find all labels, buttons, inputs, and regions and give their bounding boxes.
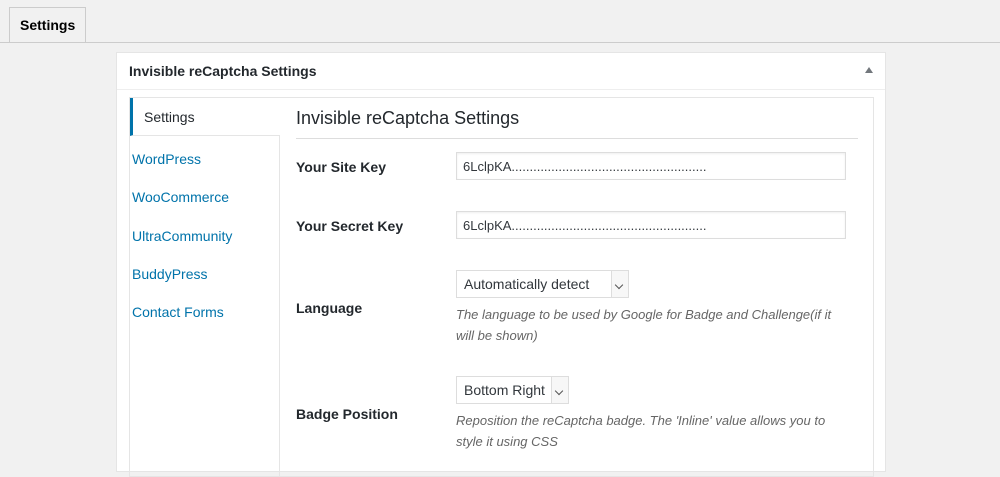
- section-title: Invisible reCaptcha Settings: [296, 108, 858, 139]
- chevron-down-icon: [551, 377, 568, 403]
- settings-panel: Settings WordPress WooCommerce UltraComm…: [129, 97, 874, 477]
- language-select-value: Automatically detect: [464, 276, 590, 292]
- settings-nav: Settings WordPress WooCommerce UltraComm…: [130, 98, 280, 476]
- nav-item-wordpress[interactable]: WordPress: [130, 140, 280, 178]
- tab-bar: Settings: [0, 0, 1000, 43]
- nav-item-contact-forms[interactable]: Contact Forms: [130, 293, 280, 331]
- language-description: The language to be used by Google for Ba…: [456, 307, 832, 343]
- badge-position-select[interactable]: Bottom Right: [456, 376, 569, 404]
- badge-position-label: Badge Position: [296, 406, 398, 422]
- postbox-title: Invisible reCaptcha Settings: [129, 63, 317, 79]
- badge-position-description: Reposition the reCaptcha badge. The 'Inl…: [456, 413, 826, 449]
- chevron-down-icon: [611, 271, 628, 297]
- badge-position-select-value: Bottom Right: [464, 382, 545, 398]
- nav-item-buddypress[interactable]: BuddyPress: [130, 255, 280, 293]
- nav-item-ultracommunity[interactable]: UltraCommunity: [130, 217, 280, 255]
- secret-key-label: Your Secret Key: [296, 218, 404, 234]
- nav-item-woocommerce[interactable]: WooCommerce: [130, 178, 280, 216]
- site-key-input[interactable]: [456, 152, 846, 180]
- settings-postbox: Invisible reCaptcha Settings Settings Wo…: [116, 52, 886, 477]
- site-key-label: Your Site Key: [296, 159, 386, 175]
- language-label: Language: [296, 300, 363, 316]
- collapse-arrow-icon[interactable]: [865, 67, 873, 73]
- settings-content: Invisible reCaptcha Settings Your Site K…: [296, 98, 858, 476]
- language-select[interactable]: Automatically detect: [456, 270, 629, 298]
- tab-settings[interactable]: Settings: [9, 7, 87, 42]
- secret-key-input[interactable]: [456, 211, 846, 239]
- postbox-header[interactable]: Invisible reCaptcha Settings: [117, 53, 885, 90]
- nav-item-settings[interactable]: Settings: [130, 98, 280, 136]
